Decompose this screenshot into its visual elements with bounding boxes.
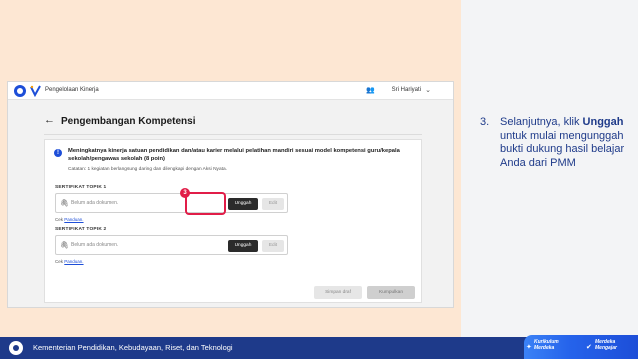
brand-right-line2: Mengajar bbox=[595, 344, 617, 351]
merdeka-mengajar-logo: Merdeka Mengajar bbox=[595, 339, 617, 351]
page-title: Pengembangan Kompetensi bbox=[61, 116, 196, 127]
brand-left-line2: Merdeka bbox=[534, 344, 555, 351]
paperclip-icon: 🖇 bbox=[60, 242, 69, 249]
merdeka-mengajar-logo-icon: ✔ bbox=[586, 344, 592, 351]
competency-card: ! Meningkatnya kinerja satuan pendidikan… bbox=[44, 139, 422, 303]
guide-link-topik-1[interactable]: Panduan. bbox=[64, 217, 83, 222]
document-placeholder: Belum ada dokumen. bbox=[71, 200, 119, 206]
ministry-name: Kementerian Pendidikan, Kebudayaan, Rise… bbox=[33, 343, 233, 352]
instruction-text-after: untuk mulai mengunggah bukti dukung hasi… bbox=[500, 129, 625, 169]
instruction-number: 3. bbox=[480, 116, 490, 128]
section-label-topik-2: SERTIFIKAT TOPIK 2 bbox=[55, 227, 107, 232]
save-draft-button[interactable]: Simpan draf bbox=[314, 286, 362, 299]
edit-button-topik-2[interactable]: Edit bbox=[262, 240, 284, 252]
paperclip-icon: 🖇 bbox=[60, 200, 69, 207]
upload-button-topik-2[interactable]: Unggah bbox=[228, 240, 258, 252]
user-icon[interactable]: 👥 bbox=[366, 86, 375, 94]
submit-button[interactable]: Kumpulkan bbox=[367, 286, 415, 299]
instruction-body: Selanjutnya, klik Unggah untuk mulai men… bbox=[500, 116, 630, 170]
document-placeholder: Belum ada dokumen. bbox=[71, 242, 119, 248]
guide-prefix: Cek bbox=[55, 217, 64, 222]
kurikulum-merdeka-logo: Kurikulum Merdeka bbox=[534, 339, 559, 351]
instruction-text-before: Selanjutnya, klik bbox=[500, 116, 583, 128]
document-box-topik-2: 🖇 Belum ada dokumen. Unggah Edit bbox=[55, 235, 288, 255]
divider bbox=[44, 134, 422, 135]
app-screenshot: Pengelolaan Kinerja 👥 Sri Hariyati ⌄ ← P… bbox=[7, 81, 454, 308]
section-label-topik-1: SERTIFIKAT TOPIK 1 bbox=[55, 185, 107, 190]
step-number-badge: 3 bbox=[180, 188, 190, 198]
back-arrow-icon[interactable]: ← bbox=[44, 114, 55, 126]
card-title: Meningkatnya kinerja satuan pendidikan d… bbox=[68, 148, 400, 162]
kurikulum-merdeka-logo-icon: ✦ bbox=[526, 344, 532, 351]
guide-link-topik-2[interactable]: Panduan. bbox=[64, 259, 83, 264]
user-name[interactable]: Sri Hariyati bbox=[392, 87, 421, 93]
kemdikbud-logo-icon bbox=[14, 85, 26, 97]
app-name: Pengelolaan Kinerja bbox=[45, 87, 99, 93]
top-bar: Pengelolaan Kinerja 👥 Sri Hariyati ⌄ bbox=[8, 82, 453, 100]
guide-prefix: Cek bbox=[55, 259, 64, 264]
edit-button-topik-1[interactable]: Edit bbox=[262, 198, 284, 210]
guide-text-topik-2: Cek Panduan. bbox=[55, 259, 84, 264]
chevron-down-icon[interactable]: ⌄ bbox=[425, 86, 431, 94]
upload-highlight-box bbox=[185, 192, 226, 215]
instruction-text: 3. Selanjutnya, klik Unggah untuk mulai … bbox=[480, 116, 630, 170]
merdeka-mengajar-logo-icon bbox=[30, 85, 41, 97]
instruction-bold: Unggah bbox=[582, 116, 624, 128]
kemdikbud-logo-icon bbox=[9, 341, 23, 355]
info-icon: ! bbox=[54, 149, 62, 157]
card-note: Catatan: 1 kegiatan berlangsung daring d… bbox=[68, 167, 227, 172]
guide-text-topik-1: Cek Panduan. bbox=[55, 217, 84, 222]
upload-button-topik-1[interactable]: Unggah bbox=[228, 198, 258, 210]
document-box-topik-1: 🖇 Belum ada dokumen. Unggah Edit bbox=[55, 193, 288, 213]
